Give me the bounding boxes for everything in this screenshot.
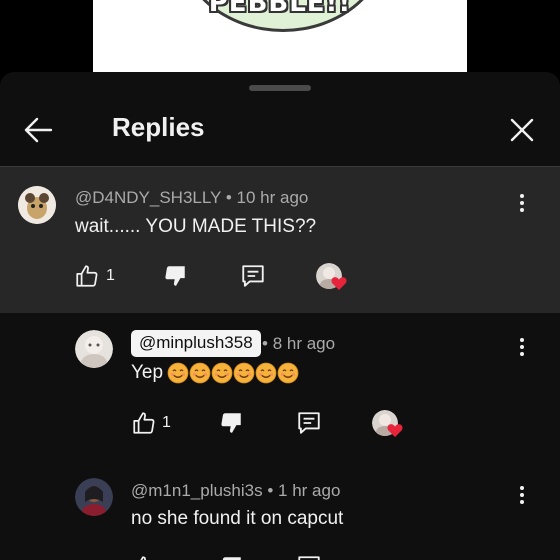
video-preview[interactable]: PEBBLE!! — [93, 0, 467, 80]
smiling-face-emoji — [233, 362, 255, 384]
more-options-icon[interactable] — [512, 335, 532, 363]
reply-author-chip[interactable]: @minplush358 — [131, 330, 261, 357]
reply-text: Yep — [131, 362, 164, 383]
reply-icon[interactable] — [296, 410, 322, 440]
like-icon[interactable] — [131, 554, 157, 560]
meta-separator: • — [267, 481, 274, 500]
meta-separator: • — [262, 334, 268, 353]
reply-icon[interactable] — [240, 263, 266, 293]
reply-text: no she found it on capcut — [131, 508, 344, 529]
emoji-row — [167, 362, 299, 384]
like-icon[interactable] — [131, 410, 157, 440]
like-count: 1 — [106, 267, 115, 284]
reply-time: 8 hr ago — [272, 334, 336, 353]
dislike-icon[interactable] — [162, 263, 188, 293]
like-icon[interactable] — [74, 263, 100, 293]
comment-author[interactable]: @D4NDY_SH3LLY — [75, 188, 221, 207]
heart-icon — [387, 423, 403, 442]
drag-handle[interactable] — [249, 85, 311, 91]
comment-text: wait...... YOU MADE THIS?? — [75, 216, 317, 237]
smiling-face-emoji — [189, 362, 211, 384]
avatar[interactable] — [18, 186, 56, 224]
comment-meta: @D4NDY_SH3LLY • 10 hr ago — [75, 188, 308, 208]
heart-icon — [331, 276, 347, 295]
close-icon[interactable] — [502, 110, 542, 150]
more-options-icon[interactable] — [512, 191, 532, 219]
page-title: Replies — [112, 112, 205, 142]
replies-header: Replies — [0, 96, 560, 166]
meta-separator: • — [225, 188, 232, 207]
like-count: 1 — [162, 414, 171, 431]
reply-author[interactable]: @m1n1_plushi3s — [131, 481, 263, 500]
parent-comment: @D4NDY_SH3LLY • 10 hr ago wait...... YOU… — [0, 166, 560, 313]
avatar[interactable] — [75, 330, 113, 368]
reply-icon[interactable] — [296, 554, 322, 560]
reply-time: 1 hr ago — [278, 481, 341, 500]
comment-time: 10 hr ago — [236, 188, 309, 207]
reply-meta: • 8 hr ago — [262, 334, 335, 354]
smiling-face-emoji — [255, 362, 277, 384]
avatar[interactable] — [75, 478, 113, 516]
smiling-face-emoji — [211, 362, 233, 384]
reply-meta: @m1n1_plushi3s • 1 hr ago — [131, 481, 340, 501]
dislike-icon[interactable] — [218, 554, 244, 560]
back-arrow-icon[interactable] — [18, 110, 58, 150]
dislike-icon[interactable] — [218, 410, 244, 440]
smiling-face-emoji — [167, 362, 189, 384]
smiling-face-emoji — [277, 362, 299, 384]
replies-sheet: Replies @D4NDY_SH3LLY • 10 hr ago wait..… — [0, 72, 560, 560]
more-options-icon[interactable] — [512, 483, 532, 511]
video-overlay-text: PEBBLE!! — [208, 0, 352, 18]
